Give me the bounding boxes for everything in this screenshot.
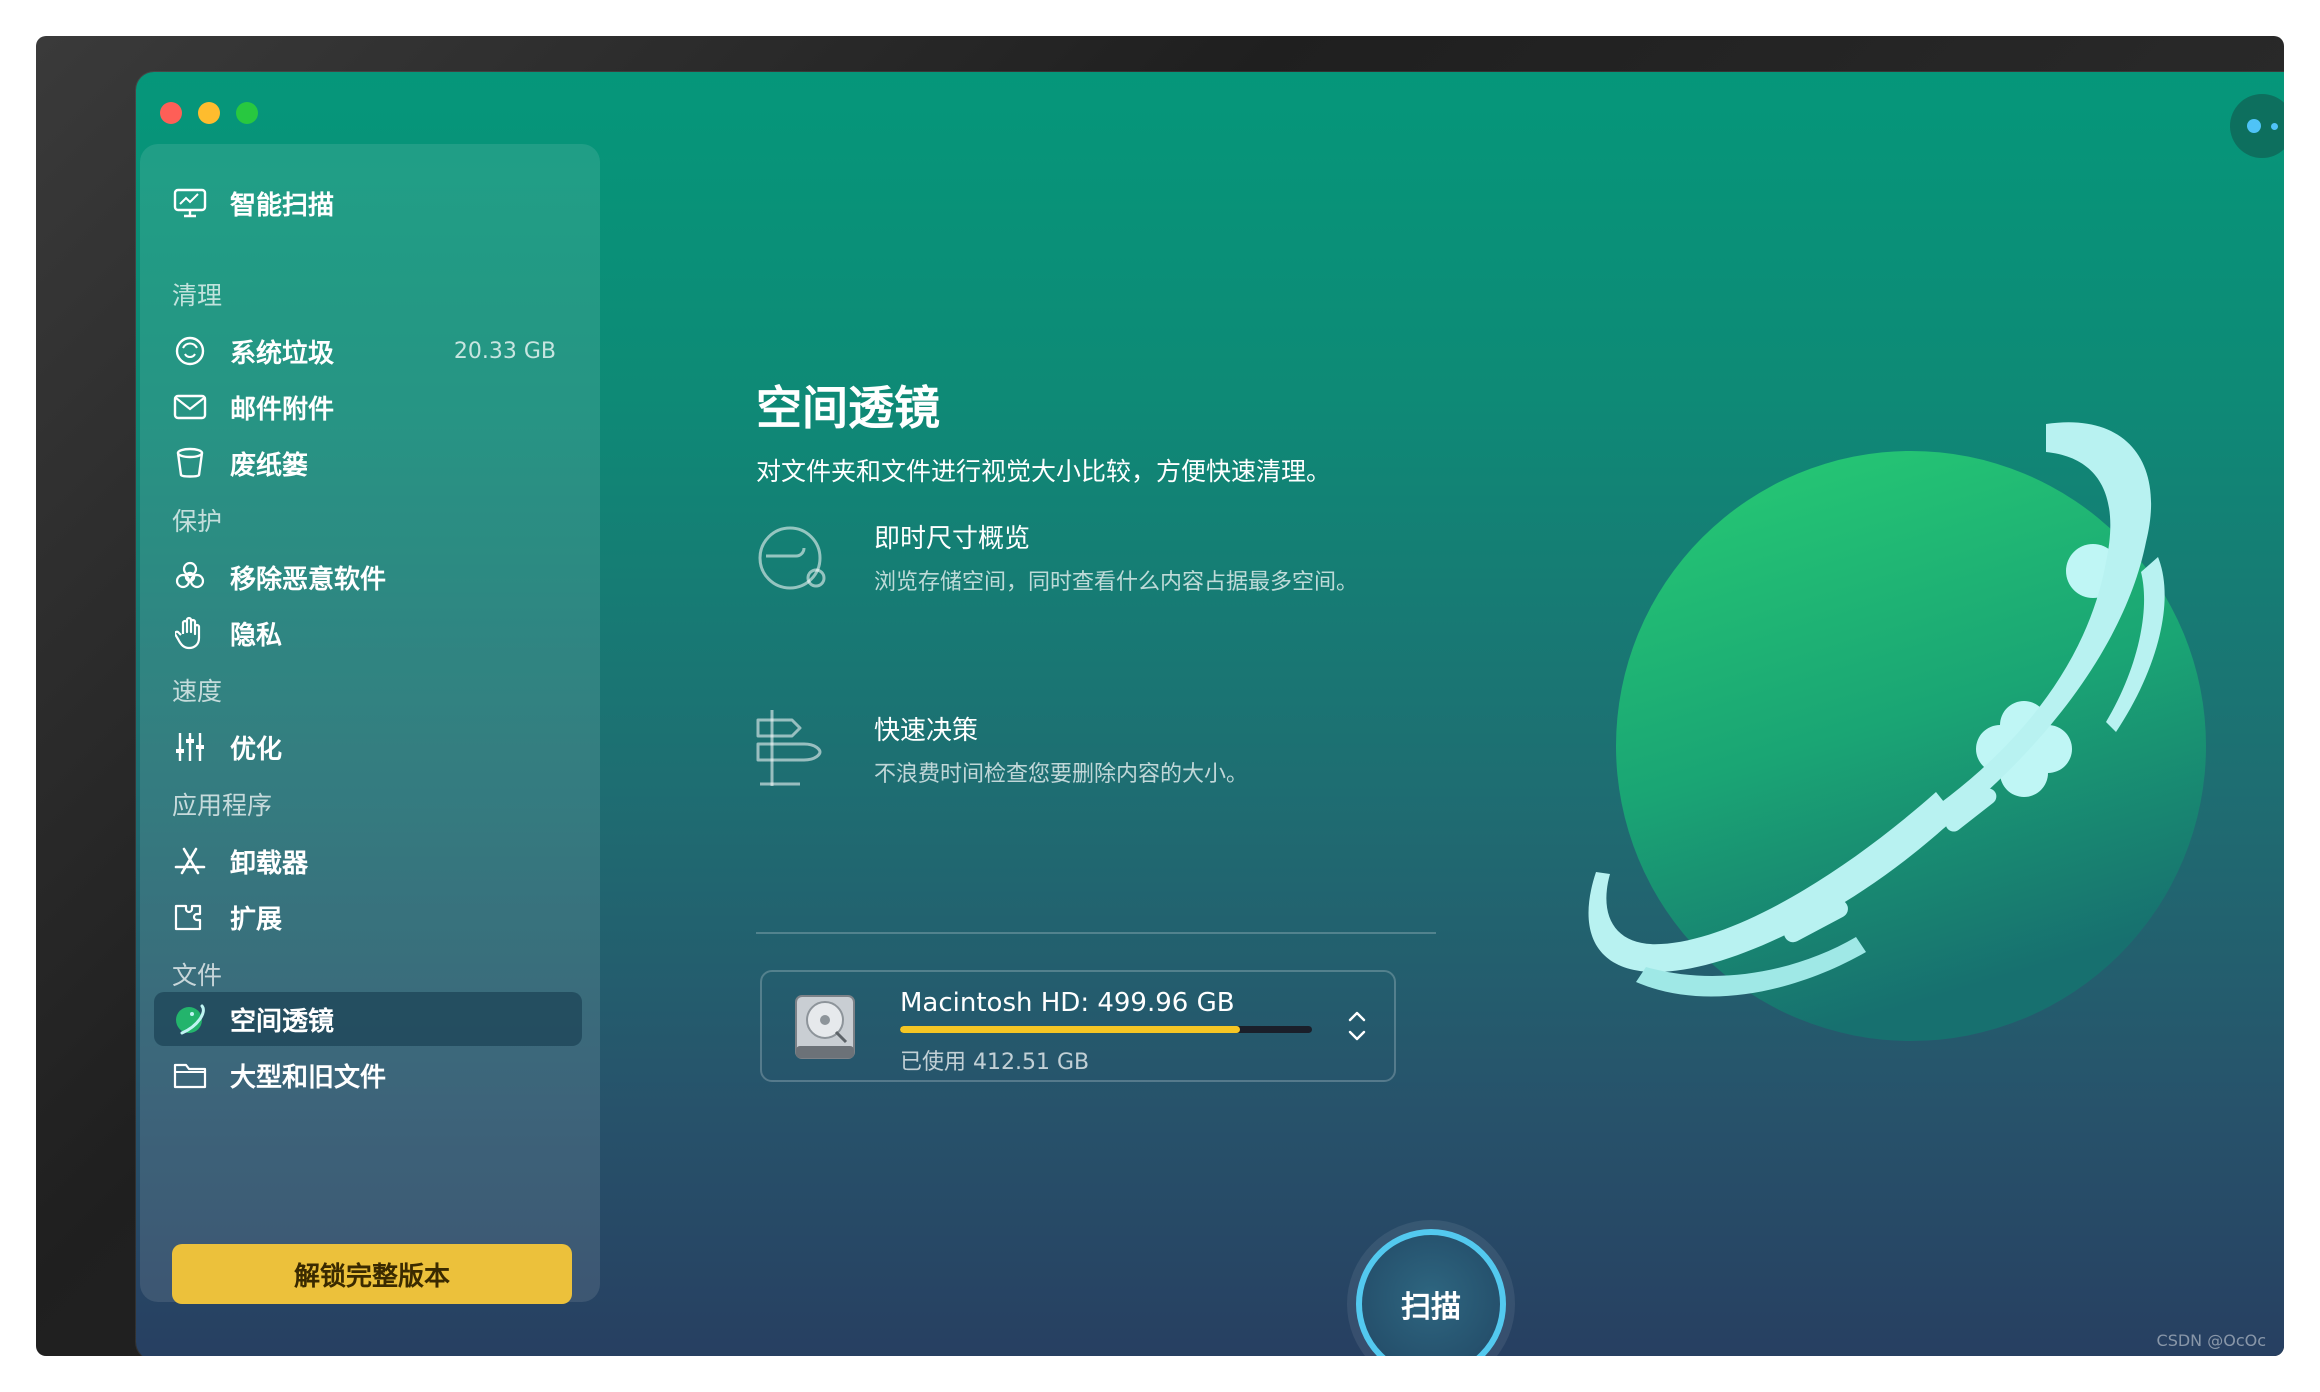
- space-lens-planet-illustration: [1588, 422, 2206, 1041]
- puzzle-extension-icon: [170, 897, 210, 937]
- sliders-icon: [170, 727, 210, 767]
- minimize-window-button[interactable]: [198, 102, 220, 124]
- chevron-up-down-icon: [1348, 1011, 1366, 1041]
- feature-desc-size-overview: 浏览存储空间，同时查看什么内容占据最多空间。: [874, 570, 1359, 595]
- signpost-icon: [756, 710, 822, 786]
- sidebar-item-system-junk[interactable]: 系统垃圾 20.33 GB: [154, 324, 582, 378]
- sidebar-item-label: 移除恶意软件: [230, 564, 387, 595]
- page-subtitle: 对文件夹和文件进行视觉大小比较，方便快速清理。: [756, 457, 1332, 486]
- sidebar-item-label: 系统垃圾: [230, 338, 335, 369]
- feature-title-quick-decision: 快速决策: [874, 716, 979, 746]
- section-title-cleanup: 清理: [172, 281, 223, 310]
- biohazard-icon: [170, 557, 210, 597]
- unlock-full-version-button[interactable]: 解锁完整版本: [172, 1244, 572, 1304]
- sidebar-item-label: 废纸篓: [230, 450, 309, 481]
- disk-usage-bar: [900, 1026, 1312, 1033]
- trash-bin-icon: [170, 443, 210, 483]
- sidebar-item-space-lens[interactable]: 空间透镜: [154, 992, 582, 1046]
- section-title-protection: 保护: [172, 507, 223, 536]
- sidebar-item-label: 隐私: [230, 620, 283, 651]
- sidebar-item-mail-attachments[interactable]: 邮件附件: [154, 380, 582, 434]
- sidebar-item-smart-scan[interactable]: 智能扫描: [154, 176, 582, 230]
- system-junk-icon: [170, 331, 210, 371]
- section-title-files: 文件: [172, 961, 223, 990]
- sidebar-item-uninstaller[interactable]: 卸载器: [154, 834, 582, 888]
- section-title-apps: 应用程序: [172, 791, 273, 820]
- feature-desc-quick-decision: 不浪费时间检查您要删除内容的大小。: [874, 762, 1249, 787]
- sidebar-item-malware-removal[interactable]: 移除恶意软件: [154, 550, 582, 604]
- app-store-icon: [170, 841, 210, 881]
- sidebar-item-label: 优化: [230, 734, 283, 765]
- disk-selector[interactable]: Macintosh HD: 499.96 GB 已使用 412.51 GB: [760, 970, 1396, 1082]
- app-window: 智能扫描 清理 系统垃圾 20.33 GB 邮件附件 废纸篓 保护 移除恶意软件…: [136, 72, 2284, 1356]
- sidebar-item-trash[interactable]: 废纸篓: [154, 436, 582, 490]
- envelope-icon: [170, 387, 210, 427]
- sidebar-item-privacy[interactable]: 隐私: [154, 606, 582, 660]
- disk-name: Macintosh HD: 499.96 GB: [900, 988, 1235, 1018]
- sidebar-item-label: 扩展: [230, 904, 283, 935]
- desktop-background: 智能扫描 清理 系统垃圾 20.33 GB 邮件附件 废纸篓 保护 移除恶意软件…: [36, 36, 2284, 1356]
- sidebar: 智能扫描 清理 系统垃圾 20.33 GB 邮件附件 废纸篓 保护 移除恶意软件…: [140, 144, 600, 1304]
- size-overview-icon: [758, 526, 826, 590]
- sidebar-item-extensions[interactable]: 扩展: [154, 890, 582, 944]
- sidebar-item-label: 智能扫描: [230, 190, 335, 221]
- assistant-dot-icon: [2246, 119, 2261, 133]
- sidebar-item-large-old-files[interactable]: 大型和旧文件: [154, 1048, 582, 1102]
- close-window-button[interactable]: [160, 102, 182, 124]
- content-divider: [756, 932, 1436, 934]
- zoom-window-button[interactable]: [236, 102, 258, 124]
- monitor-icon: [170, 183, 210, 223]
- sidebar-item-optimization[interactable]: 优化: [154, 720, 582, 774]
- sidebar-item-label: 大型和旧文件: [230, 1062, 387, 1093]
- sidebar-item-label: 卸载器: [230, 848, 309, 879]
- disk-used-text: 已使用 412.51 GB: [900, 1050, 1090, 1075]
- hard-drive-icon: [795, 995, 855, 1059]
- section-title-speed: 速度: [172, 677, 223, 706]
- folder-icon: [170, 1055, 210, 1095]
- assistant-dot-small-icon: [2270, 122, 2278, 130]
- page-title: 空间透镜: [756, 381, 940, 435]
- space-lens-planet-icon: [170, 999, 210, 1039]
- assistant-button[interactable]: [2230, 94, 2284, 158]
- watermark-text: CSDN @OcOc: [2156, 1331, 2266, 1350]
- sidebar-item-label: 邮件附件: [230, 394, 335, 425]
- disk-usage-fill: [900, 1026, 1240, 1033]
- sidebar-item-label: 空间透镜: [230, 1006, 335, 1037]
- feature-title-size-overview: 即时尺寸概览: [874, 524, 1031, 554]
- hand-icon: [170, 613, 210, 653]
- system-junk-size: 20.33 GB: [453, 338, 556, 364]
